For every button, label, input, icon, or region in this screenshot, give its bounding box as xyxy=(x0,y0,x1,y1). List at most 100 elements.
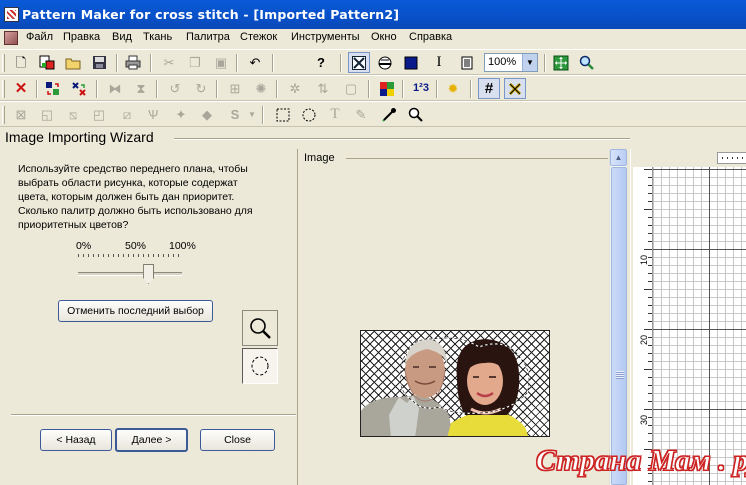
ruler-tick xyxy=(648,385,652,386)
stitch-2-icon[interactable]: ◱ xyxy=(36,104,58,125)
ruler-tick xyxy=(648,273,652,274)
delete-icon[interactable]: ✕ xyxy=(10,78,32,99)
asterisk-icon[interactable]: ✲ xyxy=(284,78,306,99)
properties-icon[interactable] xyxy=(456,52,478,73)
stitch-3-icon[interactable]: ⧅ xyxy=(62,104,84,125)
stitch-8-icon[interactable]: ◆ xyxy=(196,104,218,125)
grid-sel-icon[interactable]: ⊞ xyxy=(224,78,246,99)
back-button[interactable]: < Назад xyxy=(40,429,112,451)
stitch-6-icon[interactable]: Ѱ xyxy=(142,104,164,125)
s-stitch-icon[interactable]: S xyxy=(224,104,246,125)
zoom-select[interactable]: 100% ▼ xyxy=(484,53,538,72)
toolbar-grip[interactable] xyxy=(2,54,5,72)
rotate-right-icon[interactable]: ↻ xyxy=(190,78,212,99)
stitch-1-icon[interactable]: ⊠ xyxy=(10,104,32,125)
cross-icon[interactable] xyxy=(504,78,526,99)
menu-edit[interactable]: Правка xyxy=(63,31,100,43)
ruler-tick xyxy=(648,177,652,178)
next-button[interactable]: Далее > xyxy=(115,428,188,452)
stitch-grid[interactable] xyxy=(653,167,746,485)
sun-icon[interactable]: ✹ xyxy=(442,78,464,99)
undo-last-selection-button[interactable]: Отменить последний выбор xyxy=(58,300,213,322)
ruler-tick xyxy=(648,297,652,298)
slider-tick xyxy=(148,254,149,257)
toolbar-grip[interactable] xyxy=(2,106,5,124)
instruction-line: приоритетных цветов? xyxy=(18,219,129,231)
stitch-5-icon[interactable]: ⧄ xyxy=(116,104,138,125)
copy-icon[interactable]: ❐ xyxy=(184,52,206,73)
wizard-instructions: Используйте средство переднего плана, чт… xyxy=(18,162,278,232)
replace-color-icon[interactable] xyxy=(68,78,90,99)
slider-thumb[interactable] xyxy=(143,264,155,284)
rect-select-icon[interactable] xyxy=(272,104,294,125)
lasso-select-button[interactable] xyxy=(242,348,278,384)
menu-fabric[interactable]: Ткань xyxy=(143,31,172,43)
slider-tick xyxy=(98,254,99,257)
slider-label-min: 0% xyxy=(76,240,92,252)
scroll-thumb[interactable] xyxy=(611,167,627,485)
close-button[interactable]: Close xyxy=(200,429,275,451)
magnifier-icon[interactable] xyxy=(404,104,426,125)
flip-horizontal-icon[interactable]: ⧓ xyxy=(104,78,126,99)
select-square-icon[interactable]: ▢ xyxy=(340,78,362,99)
menu-stitch[interactable]: Стежок xyxy=(240,31,277,43)
menu-view[interactable]: Вид xyxy=(112,31,132,43)
app-icon[interactable] xyxy=(4,7,19,22)
ruler-tick xyxy=(648,265,652,266)
text-cursor-icon[interactable]: I xyxy=(428,52,450,73)
palette-grid-icon[interactable] xyxy=(376,78,398,99)
swap-colors-icon[interactable] xyxy=(42,78,64,99)
save-icon[interactable] xyxy=(88,52,110,73)
watermark-logo: Страна Мам . ру xyxy=(535,444,746,478)
filled-square-icon[interactable] xyxy=(400,52,422,73)
eyedropper-icon[interactable] xyxy=(378,104,400,125)
rotate-left-icon[interactable]: ↺ xyxy=(164,78,186,99)
slider-tick xyxy=(128,254,129,257)
imported-photo[interactable] xyxy=(360,330,550,437)
slider-tick xyxy=(173,254,174,257)
help-icon[interactable]: ? xyxy=(310,52,332,73)
ruler-tick xyxy=(648,393,652,394)
chevron-down-icon[interactable]: ▼ xyxy=(522,54,537,71)
new-icon[interactable]: 🗋 xyxy=(10,52,32,73)
slider-tick xyxy=(103,254,104,257)
stitch-4-icon[interactable]: ◰ xyxy=(88,104,110,125)
document-icon[interactable] xyxy=(4,31,18,45)
photo-content xyxy=(361,337,530,436)
image-vertical-scrollbar[interactable]: ▲ xyxy=(609,149,627,485)
half-stitch-icon[interactable] xyxy=(374,52,396,73)
chevron-down-icon[interactable]: ▼ xyxy=(246,104,258,125)
toolbar-separator xyxy=(116,54,118,72)
menu-file[interactable]: Файл xyxy=(26,31,53,43)
paste-icon[interactable]: ▣ xyxy=(210,52,232,73)
text-tool-icon[interactable]: T xyxy=(324,104,346,125)
numbers-icon[interactable]: 1²3 xyxy=(410,78,432,99)
stitch-7-icon[interactable]: ✦ xyxy=(170,104,192,125)
print-icon[interactable] xyxy=(122,52,144,73)
arrows-icon[interactable]: ⇅ xyxy=(312,78,334,99)
grid-icon[interactable]: # xyxy=(478,78,500,99)
menu-window[interactable]: Окно xyxy=(371,31,397,43)
full-stitch-icon[interactable] xyxy=(348,52,370,73)
zoom-fit-icon[interactable] xyxy=(550,52,572,73)
menu-help[interactable]: Справка xyxy=(409,31,452,43)
undo-icon[interactable]: ↶ xyxy=(244,52,266,73)
lasso-icon[interactable]: ✎ xyxy=(350,104,372,125)
zoom-tool-button[interactable] xyxy=(242,310,278,346)
slider-tick xyxy=(168,254,169,257)
toolbar-grip[interactable] xyxy=(2,80,5,98)
menu-palette[interactable]: Палитра xyxy=(186,31,230,43)
ellipse-select-icon[interactable] xyxy=(298,104,320,125)
ruler-tick xyxy=(644,249,652,250)
open-colored-icon[interactable] xyxy=(36,52,58,73)
open-folder-icon[interactable] xyxy=(62,52,84,73)
menu-tools[interactable]: Инструменты xyxy=(291,31,360,43)
palette-priority-slider[interactable] xyxy=(76,262,186,286)
zoom-tool-icon[interactable] xyxy=(576,52,598,73)
scroll-up-arrow-icon[interactable]: ▲ xyxy=(610,149,627,166)
flip-vertical-icon[interactable]: ⧗ xyxy=(130,78,152,99)
slider-tick xyxy=(133,254,134,257)
bug-icon[interactable]: ✺ xyxy=(250,78,272,99)
cut-icon[interactable]: ✂ xyxy=(158,52,180,73)
slider-track[interactable] xyxy=(78,272,182,276)
